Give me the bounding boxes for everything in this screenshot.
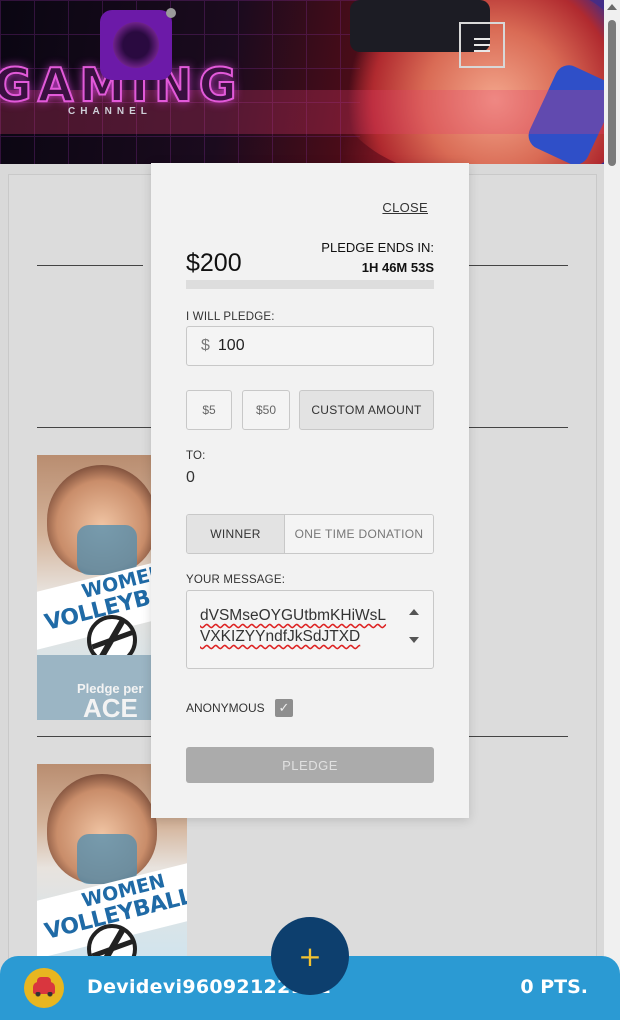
logo-badge-dot — [166, 8, 176, 18]
message-line: VXKIZYYndfJkSdJTXD — [200, 628, 361, 645]
gaming-mascot-icon — [113, 22, 159, 68]
currency-symbol: $ — [201, 337, 210, 354]
pledge-modal: CLOSE $200 PLEDGE ENDS IN: 1H 46M 53S I … — [151, 163, 469, 818]
scroll-up-arrow-icon[interactable] — [607, 4, 617, 10]
pledge-button[interactable]: PLEDGE — [186, 747, 434, 783]
points-balance: 0 PTS. — [520, 976, 588, 998]
athlete-mask-image — [77, 834, 137, 884]
message-scrollbar[interactable] — [409, 609, 419, 649]
checkmark-icon: ✓ — [278, 700, 290, 716]
divider — [37, 427, 152, 428]
header-banner: GAMING CHANNEL — [0, 0, 604, 164]
menu-icon-bar — [474, 50, 490, 52]
message-label: YOUR MESSAGE: — [186, 574, 286, 586]
page-scrollbar-thumb[interactable] — [608, 20, 616, 166]
pledge-amount-value: 100 — [217, 337, 245, 354]
divider — [469, 265, 568, 266]
close-link[interactable]: CLOSE — [382, 200, 428, 215]
scroll-up-icon[interactable] — [409, 609, 419, 615]
add-pledge-button[interactable]: + — [271, 917, 349, 995]
goal-amount: $200 — [186, 249, 242, 277]
pledge-progress-bar — [186, 280, 434, 289]
pledge-amount-input[interactable]: $ 100 — [186, 326, 434, 366]
divider — [37, 265, 143, 266]
anonymous-label: ANONYMOUS — [186, 701, 265, 715]
athlete-mask-image — [77, 525, 137, 575]
quick-amount-50-button[interactable]: $50 — [242, 390, 290, 430]
user-avatar[interactable] — [24, 968, 64, 1008]
message-line: dVSMseOYGUtbmKHiWsL — [200, 607, 387, 624]
custom-amount-button[interactable]: CUSTOM AMOUNT — [299, 390, 434, 430]
menu-icon-bar — [474, 38, 490, 40]
pledge-ends-label: PLEDGE ENDS IN: — [321, 240, 434, 255]
pledge-amount-label: I WILL PLEDGE: — [186, 311, 275, 323]
winner-option[interactable]: WINNER — [187, 515, 285, 553]
pledge-type-toggle: WINNER ONE TIME DONATION — [186, 514, 434, 554]
to-label: TO: — [186, 450, 206, 462]
one-time-donation-option[interactable]: ONE TIME DONATION — [285, 515, 433, 553]
plus-icon: + — [298, 939, 322, 973]
thumbnail-stat: ACE — [83, 693, 138, 720]
anonymous-checkbox[interactable]: ✓ — [275, 699, 293, 717]
message-textarea[interactable]: dVSMseOYGUtbmKHiWsL VXKIZYYndfJkSdJTXD — [186, 590, 434, 669]
to-value: 0 — [186, 469, 195, 486]
menu-icon-bar — [474, 44, 490, 46]
scroll-down-icon[interactable] — [409, 637, 419, 643]
channel-logo[interactable] — [100, 10, 172, 80]
banner-subtitle: CHANNEL — [68, 106, 152, 117]
hamburger-menu-button[interactable] — [459, 22, 505, 68]
car-icon — [33, 977, 55, 997]
divider — [469, 427, 568, 428]
pledge-countdown: 1H 46M 53S — [361, 260, 434, 275]
quick-amount-5-button[interactable]: $5 — [186, 390, 232, 430]
